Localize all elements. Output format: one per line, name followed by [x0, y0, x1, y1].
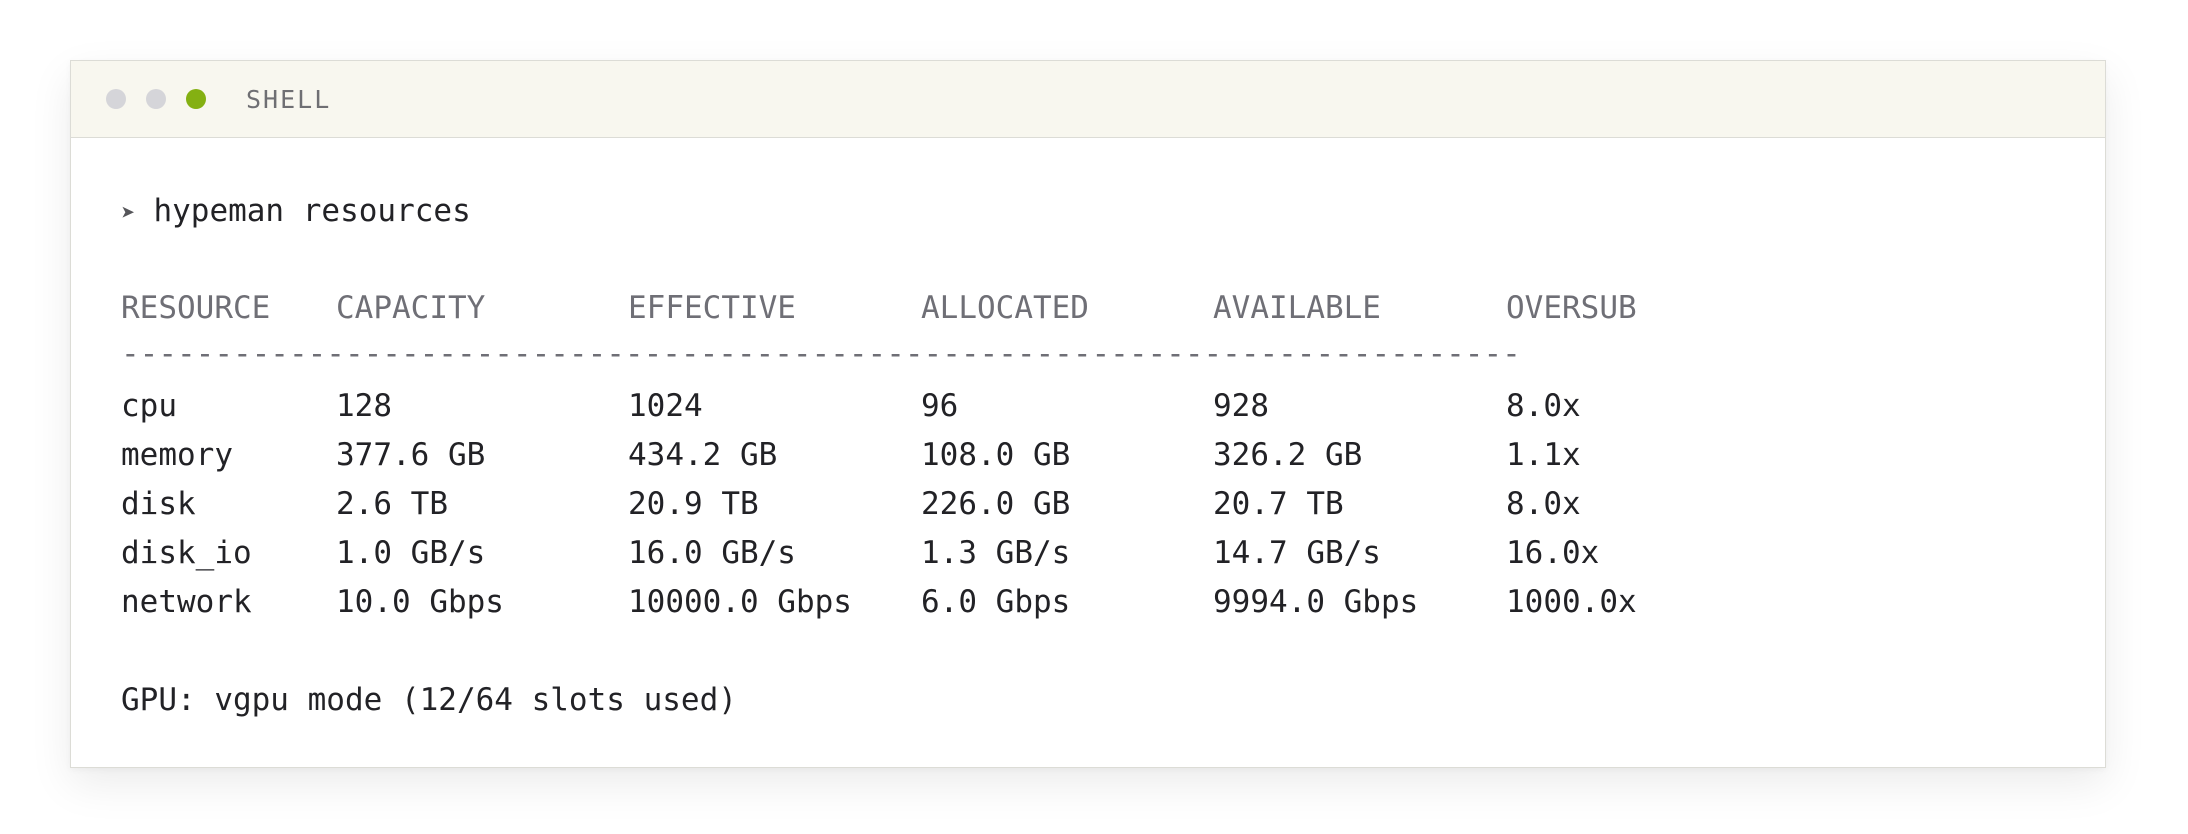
window-dot-2[interactable] [146, 89, 166, 109]
header-allocated: ALLOCATED [921, 290, 1089, 326]
table-row: disk_io 1.0 GB/s 16.0 GB/s 1.3 GB/s 14.7… [121, 529, 2105, 578]
cell-resource: disk [121, 486, 196, 522]
terminal-body: ➤ hypeman resources RESOURCE CAPACITY EFF… [71, 138, 2105, 725]
window-dot-1[interactable] [106, 89, 126, 109]
cell-allocated: 6.0 Gbps [921, 584, 1071, 620]
window-dot-3[interactable] [186, 89, 206, 109]
cell-capacity: 128 [336, 388, 392, 424]
cell-effective: 10000.0 Gbps [628, 584, 852, 620]
header-capacity: CAPACITY [336, 290, 486, 326]
gpu-status-line: GPU: vgpu mode (12/64 slots used) [121, 682, 737, 718]
resources-table: RESOURCE CAPACITY EFFECTIVE ALLOCATED AV… [121, 284, 2105, 627]
cell-resource: cpu [121, 388, 177, 424]
cell-effective: 434.2 GB [628, 437, 778, 473]
cell-resource: memory [121, 437, 233, 473]
shell-window: SHELL ➤ hypeman resources RESOURCE CAPACI… [70, 60, 2106, 768]
cell-available: 20.7 TB [1213, 486, 1344, 522]
cell-oversub: 8.0x [1506, 486, 1581, 522]
prompt-arrow-icon: ➤ [121, 199, 136, 227]
table-header: RESOURCE CAPACITY EFFECTIVE ALLOCATED AV… [121, 284, 2105, 333]
window-titlebar: SHELL [71, 61, 2105, 138]
cell-oversub: 16.0x [1506, 535, 1600, 571]
table-row: memory 377.6 GB 434.2 GB 108.0 GB 326.2 … [121, 431, 2105, 480]
cell-resource: disk_io [121, 535, 252, 571]
cell-effective: 16.0 GB/s [628, 535, 796, 571]
header-resource: RESOURCE [121, 290, 271, 326]
cell-available: 326.2 GB [1213, 437, 1363, 473]
table-row: cpu 128 1024 96 928 8.0x [121, 382, 2105, 431]
cell-capacity: 2.6 TB [336, 486, 448, 522]
cell-effective: 1024 [628, 388, 703, 424]
cell-available: 14.7 GB/s [1213, 535, 1381, 571]
cell-capacity: 1.0 GB/s [336, 535, 486, 571]
cell-effective: 20.9 TB [628, 486, 759, 522]
table-separator: ----------------------------------------… [121, 336, 1521, 372]
cell-oversub: 8.0x [1506, 388, 1581, 424]
header-oversub: OVERSUB [1506, 290, 1637, 326]
cell-allocated: 226.0 GB [921, 486, 1071, 522]
cell-allocated: 96 [921, 388, 959, 424]
cell-allocated: 1.3 GB/s [921, 535, 1071, 571]
cell-available: 9994.0 Gbps [1213, 584, 1419, 620]
cell-available: 928 [1213, 388, 1269, 424]
cell-allocated: 108.0 GB [921, 437, 1071, 473]
table-row: network 10.0 Gbps 10000.0 Gbps 6.0 Gbps … [121, 578, 2105, 627]
cell-resource: network [121, 584, 252, 620]
header-available: AVAILABLE [1213, 290, 1381, 326]
cell-capacity: 10.0 Gbps [336, 584, 504, 620]
cell-oversub: 1000.0x [1506, 584, 1637, 620]
command-text: hypeman resources [153, 193, 471, 229]
command-line: ➤ hypeman resources [121, 186, 2105, 236]
table-row: disk 2.6 TB 20.9 TB 226.0 GB 20.7 TB 8.0… [121, 480, 2105, 529]
window-title: SHELL [246, 84, 332, 114]
header-effective: EFFECTIVE [628, 290, 796, 326]
cell-capacity: 377.6 GB [336, 437, 486, 473]
cell-oversub: 1.1x [1506, 437, 1581, 473]
